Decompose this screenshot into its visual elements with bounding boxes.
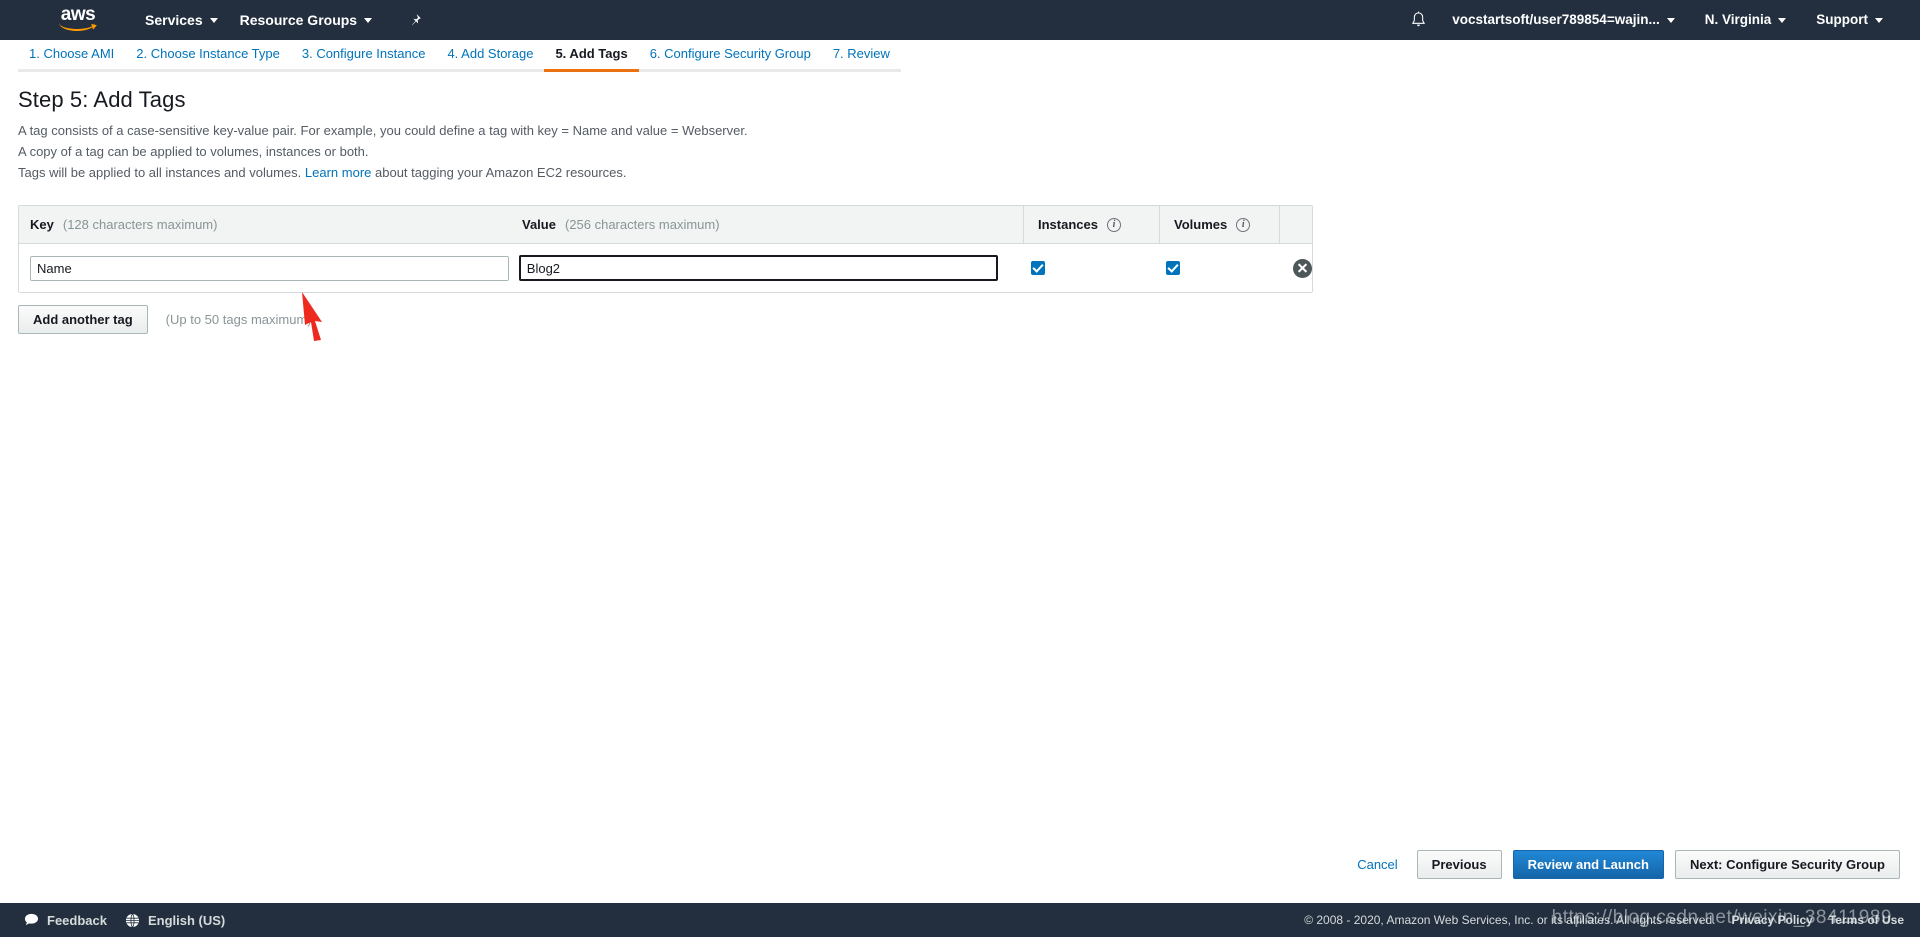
bell-icon-svg — [1412, 11, 1426, 27]
top-navigation-bar: aws Services Resource Groups vocstartsof… — [0, 0, 1920, 40]
chevron-down-icon — [209, 17, 218, 23]
page-title: Step 5: Add Tags — [18, 87, 186, 112]
feedback-label: Feedback — [47, 912, 107, 928]
nav-account-label: vocstartsoft/user789854=wajin... — [1452, 12, 1660, 27]
column-header-instances-label: Instances — [1038, 217, 1098, 232]
tags-table-header-row: Key (128 characters maximum) Value (256 … — [19, 205, 1312, 244]
nav-resource-groups[interactable]: Resource Groups — [229, 0, 383, 40]
description-line-3-pre: Tags will be applied to all instances an… — [18, 165, 302, 180]
tag-key-cell — [19, 255, 519, 281]
review-and-launch-button[interactable]: Review and Launch — [1512, 850, 1664, 879]
column-header-key: Key (128 characters maximum) — [19, 206, 522, 244]
language-label: English (US) — [147, 912, 226, 928]
column-header-value: Value (256 characters maximum) — [522, 206, 1023, 244]
description-line-1: A tag consists of a case-sensitive key-v… — [18, 123, 748, 138]
description-line-3: Tags will be applied to all instances an… — [18, 162, 1902, 183]
description-line-2: A copy of a tag can be applied to volume… — [18, 144, 369, 159]
chevron-down-icon — [1666, 17, 1675, 23]
nav-account-menu[interactable]: vocstartsoft/user789854=wajin... — [1437, 0, 1689, 40]
top-nav-right-group: vocstartsoft/user789854=wajin... N. Virg… — [1400, 0, 1920, 40]
tag-value-cell — [518, 255, 1017, 281]
nav-support-label: Support — [1816, 12, 1868, 27]
tag-delete-cell — [1271, 258, 1313, 278]
next-configure-security-group-button[interactable]: Next: Configure Security Group — [1674, 850, 1900, 879]
aws-logo-smile — [58, 23, 98, 32]
feedback-button[interactable]: Feedback — [24, 913, 107, 928]
tag-instances-cell — [1017, 261, 1152, 275]
column-header-value-hint: (256 characters maximum) — [564, 217, 720, 232]
tag-key-input[interactable] — [30, 255, 509, 281]
footer-right-group: © 2008 - 2020, Amazon Web Services, Inc.… — [1304, 913, 1904, 927]
previous-button[interactable]: Previous — [1416, 850, 1502, 879]
nav-services-label: Services — [145, 12, 203, 28]
learn-more-link[interactable]: Learn more — [305, 165, 371, 180]
chevron-down-icon — [1778, 17, 1787, 23]
wizard-tab-1[interactable]: 1. Choose AMI — [18, 47, 126, 72]
aws-logo-text: aws — [60, 4, 96, 25]
chevron-down-icon — [1875, 17, 1883, 23]
notifications-bell-icon[interactable] — [1400, 11, 1437, 29]
cancel-button[interactable]: Cancel — [1349, 857, 1405, 872]
column-header-key-hint: (128 characters maximum) — [62, 217, 218, 232]
footer-left-group: Feedback English (US) — [24, 913, 225, 928]
volumes-checkbox[interactable] — [1165, 261, 1180, 275]
wizard-tab-2[interactable]: 2. Choose Instance Type — [125, 47, 291, 72]
column-header-delete — [1279, 205, 1312, 244]
terms-of-use-link[interactable]: Terms of Use — [1829, 913, 1904, 927]
wizard-tab-4[interactable]: 4. Add Storage — [436, 47, 545, 72]
pin-icon-svg — [411, 13, 421, 26]
nav-services[interactable]: Services — [134, 0, 229, 40]
copyright-text: © 2008 - 2020, Amazon Web Services, Inc.… — [1304, 913, 1716, 927]
wizard-tab-5-add-tags[interactable]: 5. Add Tags — [544, 47, 639, 72]
description-line-3-post: about tagging your Amazon EC2 resources. — [375, 165, 627, 180]
tag-volumes-cell — [1152, 261, 1271, 275]
wizard-action-buttons: Cancel Previous Review and Launch Next: … — [1349, 850, 1900, 879]
table-row — [19, 244, 1313, 292]
pin-icon[interactable] — [407, 13, 422, 28]
column-header-volumes-label: Volumes — [1174, 217, 1228, 232]
wizard-step-tabs: 1. Choose AMI 2. Choose Instance Type 3.… — [0, 40, 1920, 73]
globe-icon — [125, 913, 140, 927]
chevron-down-icon — [364, 17, 373, 23]
info-icon[interactable]: i — [1106, 217, 1121, 232]
add-tag-hint: (Up to 50 tags maximum) — [165, 312, 312, 327]
tag-value-input[interactable] — [518, 255, 998, 281]
remove-circle-icon[interactable] — [1293, 258, 1313, 278]
column-header-volumes: Volumes i — [1159, 205, 1279, 244]
column-header-instances: Instances i — [1023, 205, 1159, 244]
tags-table: Key (128 characters maximum) Value (256 … — [18, 205, 1313, 293]
wizard-tab-6[interactable]: 6. Configure Security Group — [638, 47, 822, 72]
wizard-tab-7[interactable]: 7. Review — [821, 47, 901, 72]
language-selector[interactable]: English (US) — [125, 913, 225, 928]
aws-logo[interactable]: aws — [55, 4, 101, 34]
speech-bubble-icon — [24, 913, 39, 926]
column-header-key-label: Key — [30, 217, 54, 232]
nav-region-menu[interactable]: N. Virginia — [1690, 0, 1802, 40]
info-icon[interactable]: i — [1236, 217, 1251, 232]
main-content: Step 5: Add Tags A tag consists of a cas… — [0, 73, 1920, 334]
privacy-policy-link[interactable]: Privacy Policy — [1731, 913, 1812, 927]
add-tag-row: Add another tag (Up to 50 tags maximum) — [18, 294, 1313, 334]
nav-region-label: N. Virginia — [1704, 12, 1772, 27]
nav-support-menu[interactable]: Support — [1801, 0, 1898, 40]
wizard-tab-3[interactable]: 3. Configure Instance — [290, 47, 437, 72]
nav-resource-groups-label: Resource Groups — [239, 12, 358, 28]
instances-checkbox[interactable] — [1030, 261, 1045, 275]
add-another-tag-button[interactable]: Add another tag — [18, 305, 148, 334]
page-footer: Feedback English (US) © 2008 - 2020, Ama… — [0, 903, 1920, 937]
column-header-value-label: Value — [522, 217, 556, 232]
page-description: A tag consists of a case-sensitive key-v… — [18, 120, 1902, 183]
